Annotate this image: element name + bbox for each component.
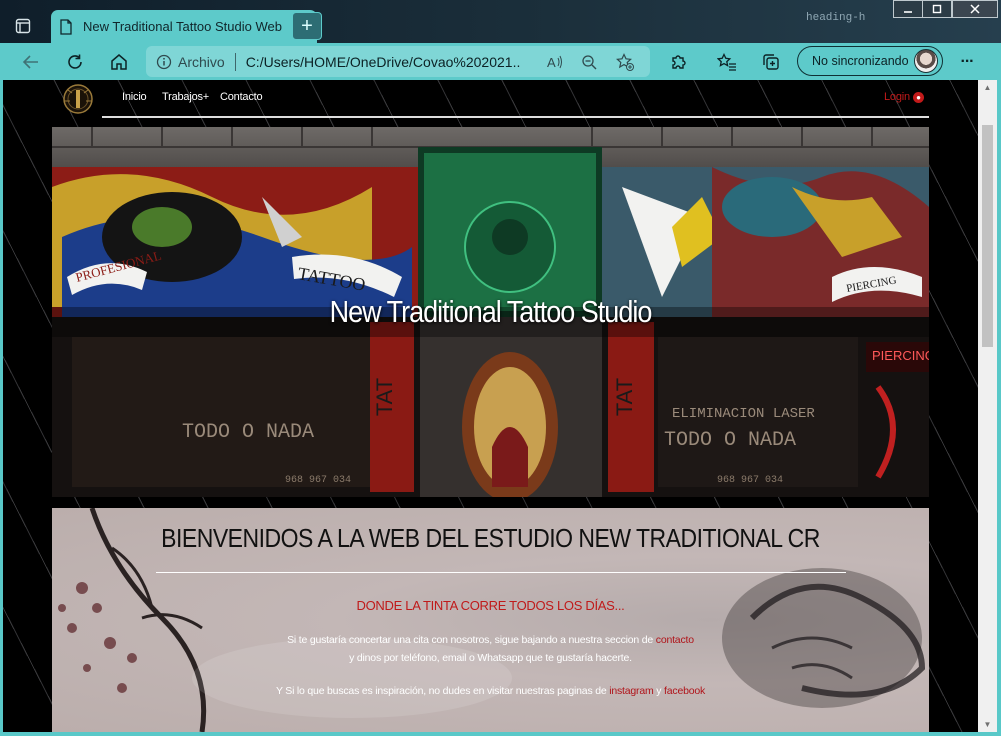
tab-actions-icon xyxy=(15,18,31,34)
more-icon: ··· xyxy=(960,52,975,70)
page-viewport: Inicio Trabajos+ Contacto Login ● PROFES… xyxy=(3,80,978,732)
sign-piercing-neon: PIERCING xyxy=(872,348,929,363)
close-icon xyxy=(970,4,980,14)
back-button[interactable] xyxy=(16,48,46,75)
site-info-button[interactable]: Archivo xyxy=(156,54,225,70)
tab-actions-button[interactable] xyxy=(8,12,38,40)
login-link[interactable]: Login ● xyxy=(884,91,924,103)
welcome-paragraph-2: y dinos por teléfono, email o Whatsapp q… xyxy=(349,652,632,664)
plus-icon: + xyxy=(301,15,313,37)
welcome-tagline: DONDE LA TINTA CORRE TODOS LOS DÍAS... xyxy=(356,598,625,613)
nav-link-inicio[interactable]: Inicio xyxy=(122,91,147,103)
maximize-icon xyxy=(932,4,942,14)
paragraph-3-text: Y Si lo que buscas es inspiración, no du… xyxy=(275,685,610,697)
url-text[interactable]: C:/Users/HOME/OneDrive/Covao%202021... xyxy=(246,54,520,70)
tab-strip: New Traditional Tattoo Studio Web ✕ + he… xyxy=(0,0,1001,43)
minimize-icon xyxy=(904,11,912,13)
svg-text:A: A xyxy=(547,55,556,69)
browser-window: New Traditional Tattoo Studio Web ✕ + he… xyxy=(0,0,1001,736)
sign-todo-o-nada-right: TODO O NADA xyxy=(664,429,796,452)
welcome-heading: BIENVENIDOS A LA WEB DEL ESTUDIO NEW TRA… xyxy=(161,523,820,553)
vertical-scrollbar[interactable]: ▲ ▼ xyxy=(978,80,997,732)
nav-link-contacto[interactable]: Contacto xyxy=(220,91,263,103)
home-icon xyxy=(111,53,127,70)
favorites-icon xyxy=(717,52,736,71)
minimize-button[interactable] xyxy=(893,0,923,18)
maximize-button[interactable] xyxy=(922,0,952,18)
puzzle-icon xyxy=(672,54,686,69)
address-label: Archivo xyxy=(178,53,225,70)
favorites-button[interactable] xyxy=(712,48,742,75)
sign-tat-left: TAT xyxy=(372,378,397,416)
add-favorite-icon[interactable] xyxy=(614,51,636,73)
address-bar[interactable]: Archivo C:/Users/HOME/OneDrive/Covao%202… xyxy=(146,46,650,77)
page-icon xyxy=(60,18,72,35)
studio-logo[interactable] xyxy=(56,81,100,117)
hero-title: New Traditional Tattoo Studio xyxy=(329,295,653,329)
tab-active[interactable]: New Traditional Tattoo Studio Web ✕ xyxy=(51,10,317,43)
settings-more-button[interactable]: ··· xyxy=(952,48,982,75)
tab-title: New Traditional Tattoo Studio Web xyxy=(83,19,282,34)
background-window-text: heading-h xyxy=(806,12,866,24)
sign-eliminacion: ELIMINACION LASER xyxy=(672,406,815,422)
address-separator xyxy=(234,52,236,71)
login-label: Login xyxy=(884,91,910,103)
paragraph-1-text: Si te gustaría concertar una cita con no… xyxy=(287,634,656,646)
user-icon: ● xyxy=(912,91,924,103)
home-button[interactable] xyxy=(104,48,134,75)
welcome-paragraph-3: Y Si lo que buscas es inspiración, no du… xyxy=(52,685,929,697)
avatar xyxy=(914,49,938,73)
refresh-icon xyxy=(68,54,82,69)
sign-phone-left: 968 967 034 xyxy=(285,475,351,486)
refresh-button[interactable] xyxy=(60,48,90,75)
collections-icon xyxy=(763,53,779,70)
sign-phone-right: 968 967 034 xyxy=(717,475,783,486)
welcome-section: BIENVENIDOS A LA WEB DEL ESTUDIO NEW TRA… xyxy=(52,508,929,732)
info-icon xyxy=(156,54,172,69)
nav-link-trabajos[interactable]: Trabajos+ xyxy=(162,91,209,103)
collections-button[interactable] xyxy=(756,48,786,75)
scroll-down-arrow-icon[interactable]: ▼ xyxy=(983,720,992,729)
profile-button[interactable]: No sincronizando xyxy=(797,46,943,76)
paragraph-3-conjunction: y xyxy=(653,685,665,697)
hero-banner: PROFESIONAL TATTOO PIERCING TAT TAT TODO… xyxy=(52,127,929,497)
instagram-link[interactable]: instagram xyxy=(609,685,654,697)
new-tab-button[interactable]: + xyxy=(292,12,322,40)
scroll-up-arrow-icon[interactable]: ▲ xyxy=(983,83,992,92)
profile-status: No sincronizando xyxy=(812,54,909,68)
contacto-link[interactable]: contacto xyxy=(656,634,694,646)
read-aloud-icon[interactable]: A xyxy=(544,51,566,73)
welcome-paragraph-1: Si te gustaría concertar una cita con no… xyxy=(52,634,929,646)
facebook-link[interactable]: facebook xyxy=(664,685,705,697)
extensions-button[interactable] xyxy=(664,48,694,75)
back-arrow-icon xyxy=(22,54,38,69)
zoom-out-icon[interactable] xyxy=(578,51,600,73)
sign-todo-o-nada-left: TODO O NADA xyxy=(182,421,314,444)
window-close-button[interactable] xyxy=(952,0,998,18)
scrollbar-thumb[interactable] xyxy=(982,125,993,347)
site-nav: Inicio Trabajos+ Contacto Login ● xyxy=(102,80,929,118)
heading-divider xyxy=(156,572,846,573)
browser-toolbar: Archivo C:/Users/HOME/OneDrive/Covao%202… xyxy=(0,43,1001,80)
sign-tat-right: TAT xyxy=(612,378,637,416)
site-container: Inicio Trabajos+ Contacto Login ● PROFES… xyxy=(52,80,929,732)
